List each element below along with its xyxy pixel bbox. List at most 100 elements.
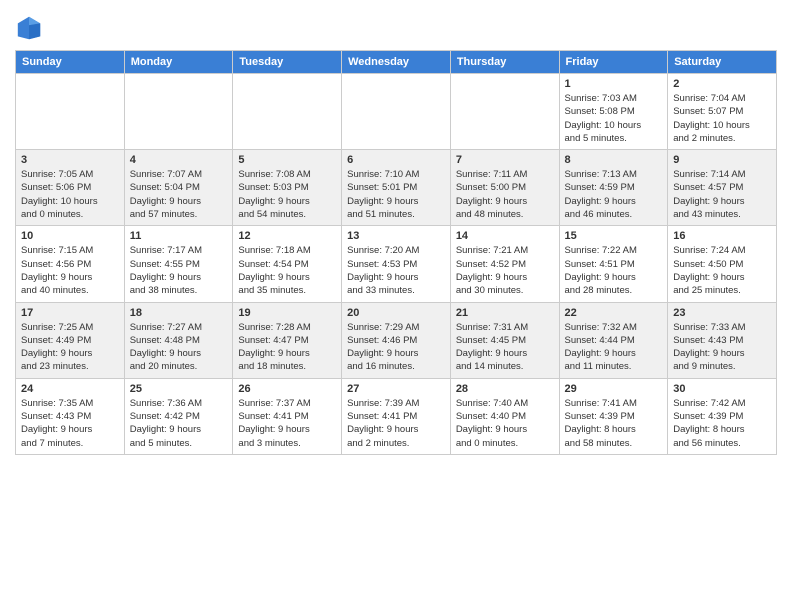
day-cell: [342, 74, 451, 150]
day-number: 5: [238, 154, 336, 166]
week-row-2: 3 Sunrise: 7:05 AM Sunset: 5:06 PM Daylig…: [16, 150, 777, 226]
calendar-body: 1 Sunrise: 7:03 AM Sunset: 5:08 PM Daylig…: [16, 74, 777, 455]
day-cell: 7 Sunrise: 7:11 AM Sunset: 5:00 PM Daylig…: [450, 150, 559, 226]
day-number: 25: [130, 383, 228, 395]
day-info: Sunrise: 7:04 AM Sunset: 5:07 PM Dayligh…: [673, 92, 771, 145]
day-number: 4: [130, 154, 228, 166]
week-row-5: 24 Sunrise: 7:35 AM Sunset: 4:43 PM Dayli…: [16, 378, 777, 454]
day-number: 3: [21, 154, 119, 166]
day-info: Sunrise: 7:24 AM Sunset: 4:50 PM Dayligh…: [673, 244, 771, 297]
day-cell: 3 Sunrise: 7:05 AM Sunset: 5:06 PM Daylig…: [16, 150, 125, 226]
header-wednesday: Wednesday: [342, 51, 451, 74]
day-info: Sunrise: 7:18 AM Sunset: 4:54 PM Dayligh…: [238, 244, 336, 297]
day-info: Sunrise: 7:27 AM Sunset: 4:48 PM Dayligh…: [130, 321, 228, 374]
day-info: Sunrise: 7:40 AM Sunset: 4:40 PM Dayligh…: [456, 397, 554, 450]
day-cell: 13 Sunrise: 7:20 AM Sunset: 4:53 PM Dayli…: [342, 226, 451, 302]
day-info: Sunrise: 7:11 AM Sunset: 5:00 PM Dayligh…: [456, 168, 554, 221]
day-cell: 12 Sunrise: 7:18 AM Sunset: 4:54 PM Dayli…: [233, 226, 342, 302]
day-info: Sunrise: 7:17 AM Sunset: 4:55 PM Dayligh…: [130, 244, 228, 297]
day-cell: 18 Sunrise: 7:27 AM Sunset: 4:48 PM Dayli…: [124, 302, 233, 378]
day-number: 21: [456, 307, 554, 319]
day-cell: 11 Sunrise: 7:17 AM Sunset: 4:55 PM Dayli…: [124, 226, 233, 302]
day-cell: 25 Sunrise: 7:36 AM Sunset: 4:42 PM Dayli…: [124, 378, 233, 454]
day-number: 23: [673, 307, 771, 319]
page-header: [15, 10, 777, 42]
day-number: 8: [565, 154, 663, 166]
day-info: Sunrise: 7:28 AM Sunset: 4:47 PM Dayligh…: [238, 321, 336, 374]
day-info: Sunrise: 7:41 AM Sunset: 4:39 PM Dayligh…: [565, 397, 663, 450]
day-cell: 21Sunrise: 7:31 AM Sunset: 4:45 PM Dayli…: [450, 302, 559, 378]
day-number: 15: [565, 230, 663, 242]
day-cell: 4 Sunrise: 7:07 AM Sunset: 5:04 PM Daylig…: [124, 150, 233, 226]
day-info: Sunrise: 7:42 AM Sunset: 4:39 PM Dayligh…: [673, 397, 771, 450]
day-info: Sunrise: 7:39 AM Sunset: 4:41 PM Dayligh…: [347, 397, 445, 450]
header-saturday: Saturday: [668, 51, 777, 74]
calendar-header: SundayMondayTuesdayWednesdayThursdayFrid…: [16, 51, 777, 74]
day-cell: 6Sunrise: 7:10 AM Sunset: 5:01 PM Daylig…: [342, 150, 451, 226]
day-cell: 27Sunrise: 7:39 AM Sunset: 4:41 PM Dayli…: [342, 378, 451, 454]
day-info: Sunrise: 7:08 AM Sunset: 5:03 PM Dayligh…: [238, 168, 336, 221]
day-info: Sunrise: 7:21 AM Sunset: 4:52 PM Dayligh…: [456, 244, 554, 297]
day-number: 26: [238, 383, 336, 395]
logo-icon: [15, 14, 43, 42]
day-cell: 10Sunrise: 7:15 AM Sunset: 4:56 PM Dayli…: [16, 226, 125, 302]
day-info: Sunrise: 7:10 AM Sunset: 5:01 PM Dayligh…: [347, 168, 445, 221]
day-number: 2: [673, 78, 771, 90]
day-cell: 26 Sunrise: 7:37 AM Sunset: 4:41 PM Dayli…: [233, 378, 342, 454]
header-monday: Monday: [124, 51, 233, 74]
day-info: Sunrise: 7:03 AM Sunset: 5:08 PM Dayligh…: [565, 92, 663, 145]
day-info: Sunrise: 7:32 AM Sunset: 4:44 PM Dayligh…: [565, 321, 663, 374]
day-cell: [233, 74, 342, 150]
day-number: 14: [456, 230, 554, 242]
day-number: 28: [456, 383, 554, 395]
day-number: 24: [21, 383, 119, 395]
day-number: 13: [347, 230, 445, 242]
day-cell: 16 Sunrise: 7:24 AM Sunset: 4:50 PM Dayli…: [668, 226, 777, 302]
header-thursday: Thursday: [450, 51, 559, 74]
day-number: 1: [565, 78, 663, 90]
week-row-3: 10Sunrise: 7:15 AM Sunset: 4:56 PM Dayli…: [16, 226, 777, 302]
header-tuesday: Tuesday: [233, 51, 342, 74]
logo: [15, 14, 47, 42]
day-info: Sunrise: 7:07 AM Sunset: 5:04 PM Dayligh…: [130, 168, 228, 221]
day-cell: 19 Sunrise: 7:28 AM Sunset: 4:47 PM Dayli…: [233, 302, 342, 378]
day-cell: 1 Sunrise: 7:03 AM Sunset: 5:08 PM Daylig…: [559, 74, 668, 150]
day-number: 19: [238, 307, 336, 319]
day-cell: 24 Sunrise: 7:35 AM Sunset: 4:43 PM Dayli…: [16, 378, 125, 454]
day-cell: [450, 74, 559, 150]
day-info: Sunrise: 7:33 AM Sunset: 4:43 PM Dayligh…: [673, 321, 771, 374]
day-cell: 30Sunrise: 7:42 AM Sunset: 4:39 PM Dayli…: [668, 378, 777, 454]
day-info: Sunrise: 7:05 AM Sunset: 5:06 PM Dayligh…: [21, 168, 119, 221]
day-cell: 29Sunrise: 7:41 AM Sunset: 4:39 PM Dayli…: [559, 378, 668, 454]
day-number: 22: [565, 307, 663, 319]
day-info: Sunrise: 7:36 AM Sunset: 4:42 PM Dayligh…: [130, 397, 228, 450]
day-number: 9: [673, 154, 771, 166]
day-number: 16: [673, 230, 771, 242]
day-cell: 5 Sunrise: 7:08 AM Sunset: 5:03 PM Daylig…: [233, 150, 342, 226]
day-cell: [16, 74, 125, 150]
day-cell: 9 Sunrise: 7:14 AM Sunset: 4:57 PM Daylig…: [668, 150, 777, 226]
day-cell: 28 Sunrise: 7:40 AM Sunset: 4:40 PM Dayli…: [450, 378, 559, 454]
day-number: 20: [347, 307, 445, 319]
day-info: Sunrise: 7:35 AM Sunset: 4:43 PM Dayligh…: [21, 397, 119, 450]
header-sunday: Sunday: [16, 51, 125, 74]
day-number: 11: [130, 230, 228, 242]
day-cell: [124, 74, 233, 150]
day-info: Sunrise: 7:20 AM Sunset: 4:53 PM Dayligh…: [347, 244, 445, 297]
day-number: 17: [21, 307, 119, 319]
week-row-1: 1 Sunrise: 7:03 AM Sunset: 5:08 PM Daylig…: [16, 74, 777, 150]
day-info: Sunrise: 7:37 AM Sunset: 4:41 PM Dayligh…: [238, 397, 336, 450]
day-number: 7: [456, 154, 554, 166]
day-info: Sunrise: 7:15 AM Sunset: 4:56 PM Dayligh…: [21, 244, 119, 297]
day-number: 12: [238, 230, 336, 242]
day-cell: 2 Sunrise: 7:04 AM Sunset: 5:07 PM Daylig…: [668, 74, 777, 150]
day-info: Sunrise: 7:14 AM Sunset: 4:57 PM Dayligh…: [673, 168, 771, 221]
day-cell: 8 Sunrise: 7:13 AM Sunset: 4:59 PM Daylig…: [559, 150, 668, 226]
day-cell: 23 Sunrise: 7:33 AM Sunset: 4:43 PM Dayli…: [668, 302, 777, 378]
day-info: Sunrise: 7:29 AM Sunset: 4:46 PM Dayligh…: [347, 321, 445, 374]
week-row-4: 17Sunrise: 7:25 AM Sunset: 4:49 PM Dayli…: [16, 302, 777, 378]
day-info: Sunrise: 7:13 AM Sunset: 4:59 PM Dayligh…: [565, 168, 663, 221]
day-number: 18: [130, 307, 228, 319]
day-cell: 20 Sunrise: 7:29 AM Sunset: 4:46 PM Dayli…: [342, 302, 451, 378]
day-cell: 17Sunrise: 7:25 AM Sunset: 4:49 PM Dayli…: [16, 302, 125, 378]
